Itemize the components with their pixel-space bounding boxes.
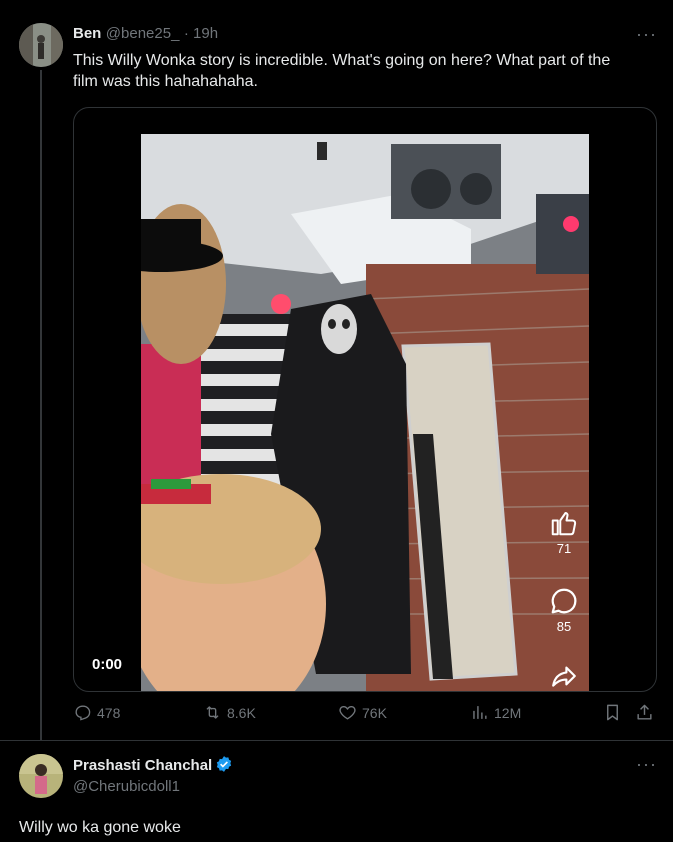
view-count: 12M [494,704,522,721]
bookmark-icon [607,704,618,721]
share-icon [637,704,652,720]
video-comment-action[interactable]: 85 [544,586,584,634]
like-button[interactable]: 76K [338,703,387,722]
tweet-actions: 478 8.6K 76K 12M [73,703,658,727]
video-timestamp: 0:00 [92,656,123,673]
reply-text: Willy wo ka gone woke [19,819,181,836]
video-player[interactable]: 0:00 71 85 [73,107,657,692]
reply-count: 478 [97,704,121,721]
retweet-count: 8.6K [227,704,256,721]
tweet-text-line: film was this hahahahaha. [73,73,258,90]
author-name[interactable]: Ben [73,25,101,42]
tweet-divider [0,740,673,741]
thumbs-up-icon [551,512,577,536]
more-dots-icon[interactable]: ··· [636,24,657,45]
verified-badge-icon [217,756,232,772]
tweet-text: This Willy Wonka story is incredible. Wh… [73,50,663,92]
avatar-image [19,754,63,798]
author-handle[interactable]: @Cherubicdoll1 [73,778,180,795]
reply-icon [75,705,91,721]
like-count: 76K [362,704,387,721]
tweet-header: Ben @bene25_ · 19h [73,25,218,43]
views-icon [473,706,487,719]
reply-button[interactable]: 478 [73,703,120,722]
thread-connector-line [40,70,42,740]
retweet-button[interactable]: 8.6K [203,703,256,722]
bookmark-button[interactable] [603,703,622,722]
video-comment-count: 85 [556,619,572,634]
avatar[interactable] [19,754,63,798]
video-share-action[interactable] [544,664,584,691]
video-frame[interactable] [141,134,589,691]
tweet-text-line: This Willy Wonka story is incredible. Wh… [73,52,611,69]
reply-header: Prashasti Chanchal [73,755,233,775]
comment-bubble-icon [551,588,577,614]
heart-icon [339,706,356,720]
views-button[interactable]: 12M [470,703,521,722]
video-like-action[interactable]: 71 [544,508,584,556]
author-name[interactable]: Prashasti Chanchal [73,757,212,774]
retweet-icon [206,706,219,719]
avatar[interactable] [19,23,63,67]
avatar-image [19,23,63,67]
top-bar [0,0,673,12]
author-handle[interactable]: @bene25_ [106,25,180,42]
share-button[interactable] [635,703,654,722]
tweet-time[interactable]: · 19h [184,25,218,42]
video-still [141,134,589,691]
more-dots-icon[interactable]: ··· [636,754,657,775]
video-like-count: 71 [556,541,572,556]
forward-arrow-icon [552,666,576,687]
